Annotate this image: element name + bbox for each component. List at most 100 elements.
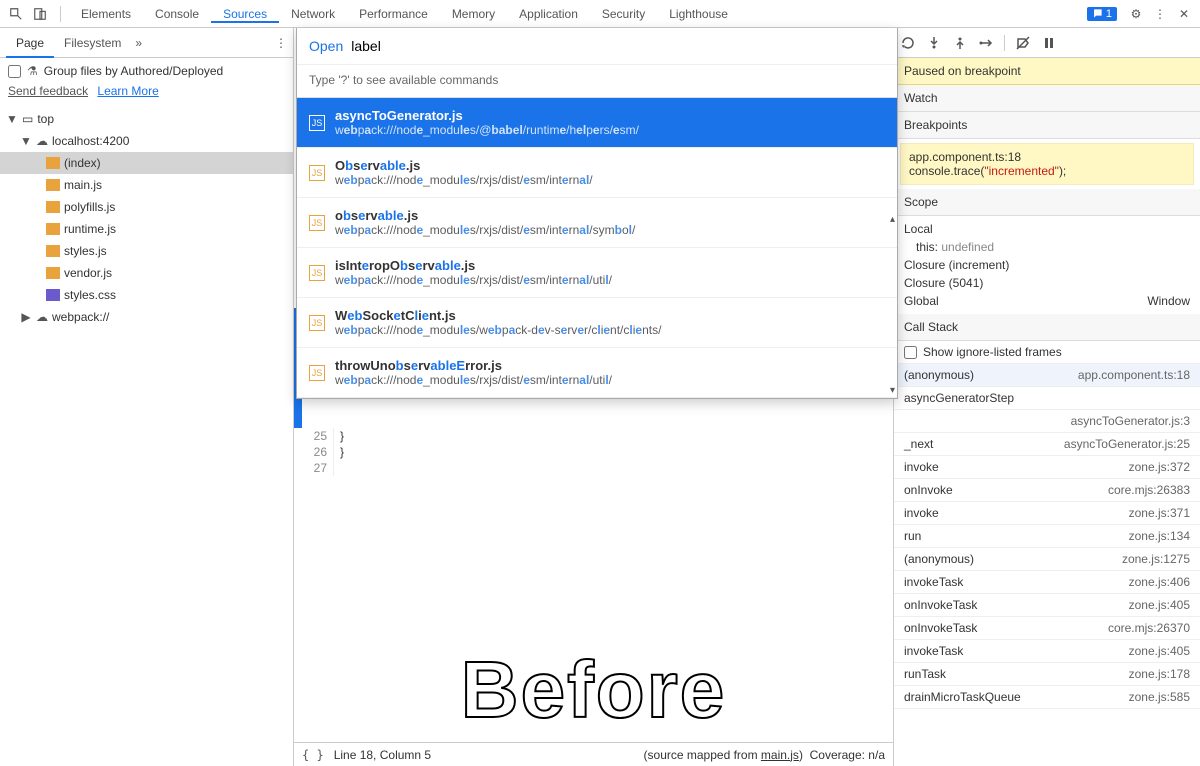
experiment-icon: ⚗: [27, 64, 38, 78]
sources-sidebar: Page Filesystem » ⋮ ⚗ Group files by Aut…: [0, 28, 294, 766]
inspect-icon[interactable]: [7, 5, 25, 23]
sidebar-more-icon[interactable]: »: [135, 36, 142, 50]
editor-status-bar: { } Line 18, Column 5 (source mapped fro…: [294, 742, 893, 766]
tree-file[interactable]: runtime.js: [0, 218, 293, 240]
file-icon: [46, 245, 60, 257]
group-files-checkbox[interactable]: [8, 65, 21, 78]
scope-closure-1[interactable]: Closure (increment): [904, 256, 1190, 274]
tree-file[interactable]: polyfills.js: [0, 196, 293, 218]
more-icon[interactable]: ⋮: [1151, 5, 1169, 23]
top-tab-application[interactable]: Application: [507, 7, 590, 21]
scroll-down-icon[interactable]: ▾: [890, 385, 895, 396]
breakpoint-file: app.component.ts:18: [909, 150, 1185, 164]
palette-mode-label: Open: [309, 38, 343, 54]
show-ignore-checkbox[interactable]: [904, 346, 917, 359]
top-tab-security[interactable]: Security: [590, 7, 657, 21]
js-file-icon: JS: [309, 115, 325, 131]
callstack-frame[interactable]: runzone.js:134: [894, 525, 1200, 548]
top-tab-lighthouse[interactable]: Lighthouse: [657, 7, 740, 21]
top-tab-sources[interactable]: Sources: [211, 7, 279, 23]
callstack-frame[interactable]: drainMicroTaskQueuezone.js:585: [894, 686, 1200, 709]
window-icon: ▭: [22, 112, 33, 126]
palette-results: ▴ ▾ JSasyncToGenerator.jswebpack:///node…: [297, 98, 897, 398]
tab-page[interactable]: Page: [6, 28, 54, 58]
step-out-icon[interactable]: [978, 35, 994, 51]
tree-file[interactable]: main.js: [0, 174, 293, 196]
scope-local[interactable]: Local: [904, 220, 1190, 238]
callstack-frame[interactable]: invokezone.js:372: [894, 456, 1200, 479]
tree-webpack[interactable]: ▶ ☁ webpack://: [0, 306, 293, 328]
js-file-icon: JS: [309, 165, 325, 181]
scope-body: Local this: undefined Closure (increment…: [894, 216, 1200, 314]
top-tab-console[interactable]: Console: [143, 7, 211, 21]
callstack-frame[interactable]: onInvokecore.mjs:26383: [894, 479, 1200, 502]
code-content[interactable]: }}: [340, 428, 344, 460]
palette-item[interactable]: JSthrowUnobservableError.jswebpack:///no…: [297, 348, 897, 398]
callstack-frame[interactable]: (anonymous)zone.js:1275: [894, 548, 1200, 571]
file-icon: [46, 289, 60, 301]
sidebar-menu-icon[interactable]: ⋮: [275, 36, 287, 50]
callstack-frame[interactable]: onInvokeTaskzone.js:405: [894, 594, 1200, 617]
callstack-frame[interactable]: onInvokeTaskcore.mjs:26370: [894, 617, 1200, 640]
resume-icon[interactable]: [900, 35, 916, 51]
palette-item[interactable]: JSWebSocketClient.jswebpack:///node_modu…: [297, 298, 897, 348]
top-tab-performance[interactable]: Performance: [347, 7, 440, 21]
tree-top[interactable]: ▼ ▭ top: [0, 108, 293, 130]
palette-item[interactable]: JSObservable.jswebpack:///node_modules/r…: [297, 148, 897, 198]
step-into-icon[interactable]: [952, 35, 968, 51]
callstack-frame[interactable]: runTaskzone.js:178: [894, 663, 1200, 686]
group-files-label: Group files by Authored/Deployed: [44, 64, 223, 78]
file-icon: [46, 223, 60, 235]
file-icon: [46, 201, 60, 213]
top-tab-elements[interactable]: Elements: [69, 7, 143, 21]
callstack-frame[interactable]: invokezone.js:371: [894, 502, 1200, 525]
top-tab-network[interactable]: Network: [279, 7, 347, 21]
palette-item[interactable]: JSisInteropObservable.jswebpack:///node_…: [297, 248, 897, 298]
tree-file[interactable]: (index): [0, 152, 293, 174]
scope-closure-2[interactable]: Closure (5041): [904, 274, 1190, 292]
cursor-position: Line 18, Column 5: [334, 748, 431, 762]
palette-item[interactable]: JSobservable.jswebpack:///node_modules/r…: [297, 198, 897, 248]
section-scope[interactable]: Scope: [894, 189, 1200, 216]
tab-filesystem[interactable]: Filesystem: [54, 28, 131, 58]
section-callstack[interactable]: Call Stack: [894, 314, 1200, 341]
callstack-frame[interactable]: _nextasyncToGenerator.js:25: [894, 433, 1200, 456]
source-map-link[interactable]: main.js: [761, 748, 799, 762]
pause-exceptions-icon[interactable]: [1041, 35, 1057, 51]
file-icon: [46, 179, 60, 191]
pretty-print-icon[interactable]: { }: [302, 748, 324, 762]
send-feedback-link[interactable]: Send feedback: [8, 84, 88, 98]
paused-banner: Paused on breakpoint: [894, 58, 1200, 85]
scope-global[interactable]: GlobalWindow: [904, 292, 1190, 310]
show-ignore-row: Show ignore-listed frames: [894, 341, 1200, 364]
callstack-frame[interactable]: asyncGeneratorStep: [894, 387, 1200, 410]
separator: [60, 6, 61, 22]
palette-input[interactable]: [351, 38, 885, 54]
step-over-icon[interactable]: [926, 35, 942, 51]
line-gutter: 252627: [294, 428, 334, 476]
tree-host[interactable]: ▼ ☁ localhost:4200: [0, 130, 293, 152]
callstack-frame[interactable]: invokeTaskzone.js:405: [894, 640, 1200, 663]
tree-file[interactable]: styles.js: [0, 240, 293, 262]
group-files-row: ⚗ Group files by Authored/Deployed: [0, 58, 293, 84]
close-icon[interactable]: ✕: [1175, 5, 1193, 23]
callstack-frame[interactable]: asyncToGenerator.js:3: [894, 410, 1200, 433]
scroll-up-icon[interactable]: ▴: [890, 214, 895, 225]
issues-badge[interactable]: 1: [1087, 7, 1117, 21]
section-watch[interactable]: Watch: [894, 85, 1200, 112]
top-tab-memory[interactable]: Memory: [440, 7, 507, 21]
deactivate-breakpoints-icon[interactable]: [1015, 35, 1031, 51]
device-toggle-icon[interactable]: [31, 5, 49, 23]
tree-file[interactable]: styles.css: [0, 284, 293, 306]
palette-head: Open: [297, 28, 897, 64]
learn-more-link[interactable]: Learn More: [97, 84, 158, 98]
callstack-frame[interactable]: invokeTaskzone.js:406: [894, 571, 1200, 594]
breakpoint-entry[interactable]: app.component.ts:18 console.trace("incre…: [900, 143, 1194, 185]
command-palette: Open Type '?' to see available commands …: [296, 28, 898, 399]
tree-file[interactable]: vendor.js: [0, 262, 293, 284]
callstack-frame[interactable]: (anonymous)app.component.ts:18: [894, 364, 1200, 387]
palette-item[interactable]: JSasyncToGenerator.jswebpack:///node_mod…: [297, 98, 897, 148]
section-breakpoints[interactable]: Breakpoints: [894, 112, 1200, 139]
issues-count: 1: [1106, 8, 1112, 20]
settings-icon[interactable]: ⚙: [1127, 5, 1145, 23]
